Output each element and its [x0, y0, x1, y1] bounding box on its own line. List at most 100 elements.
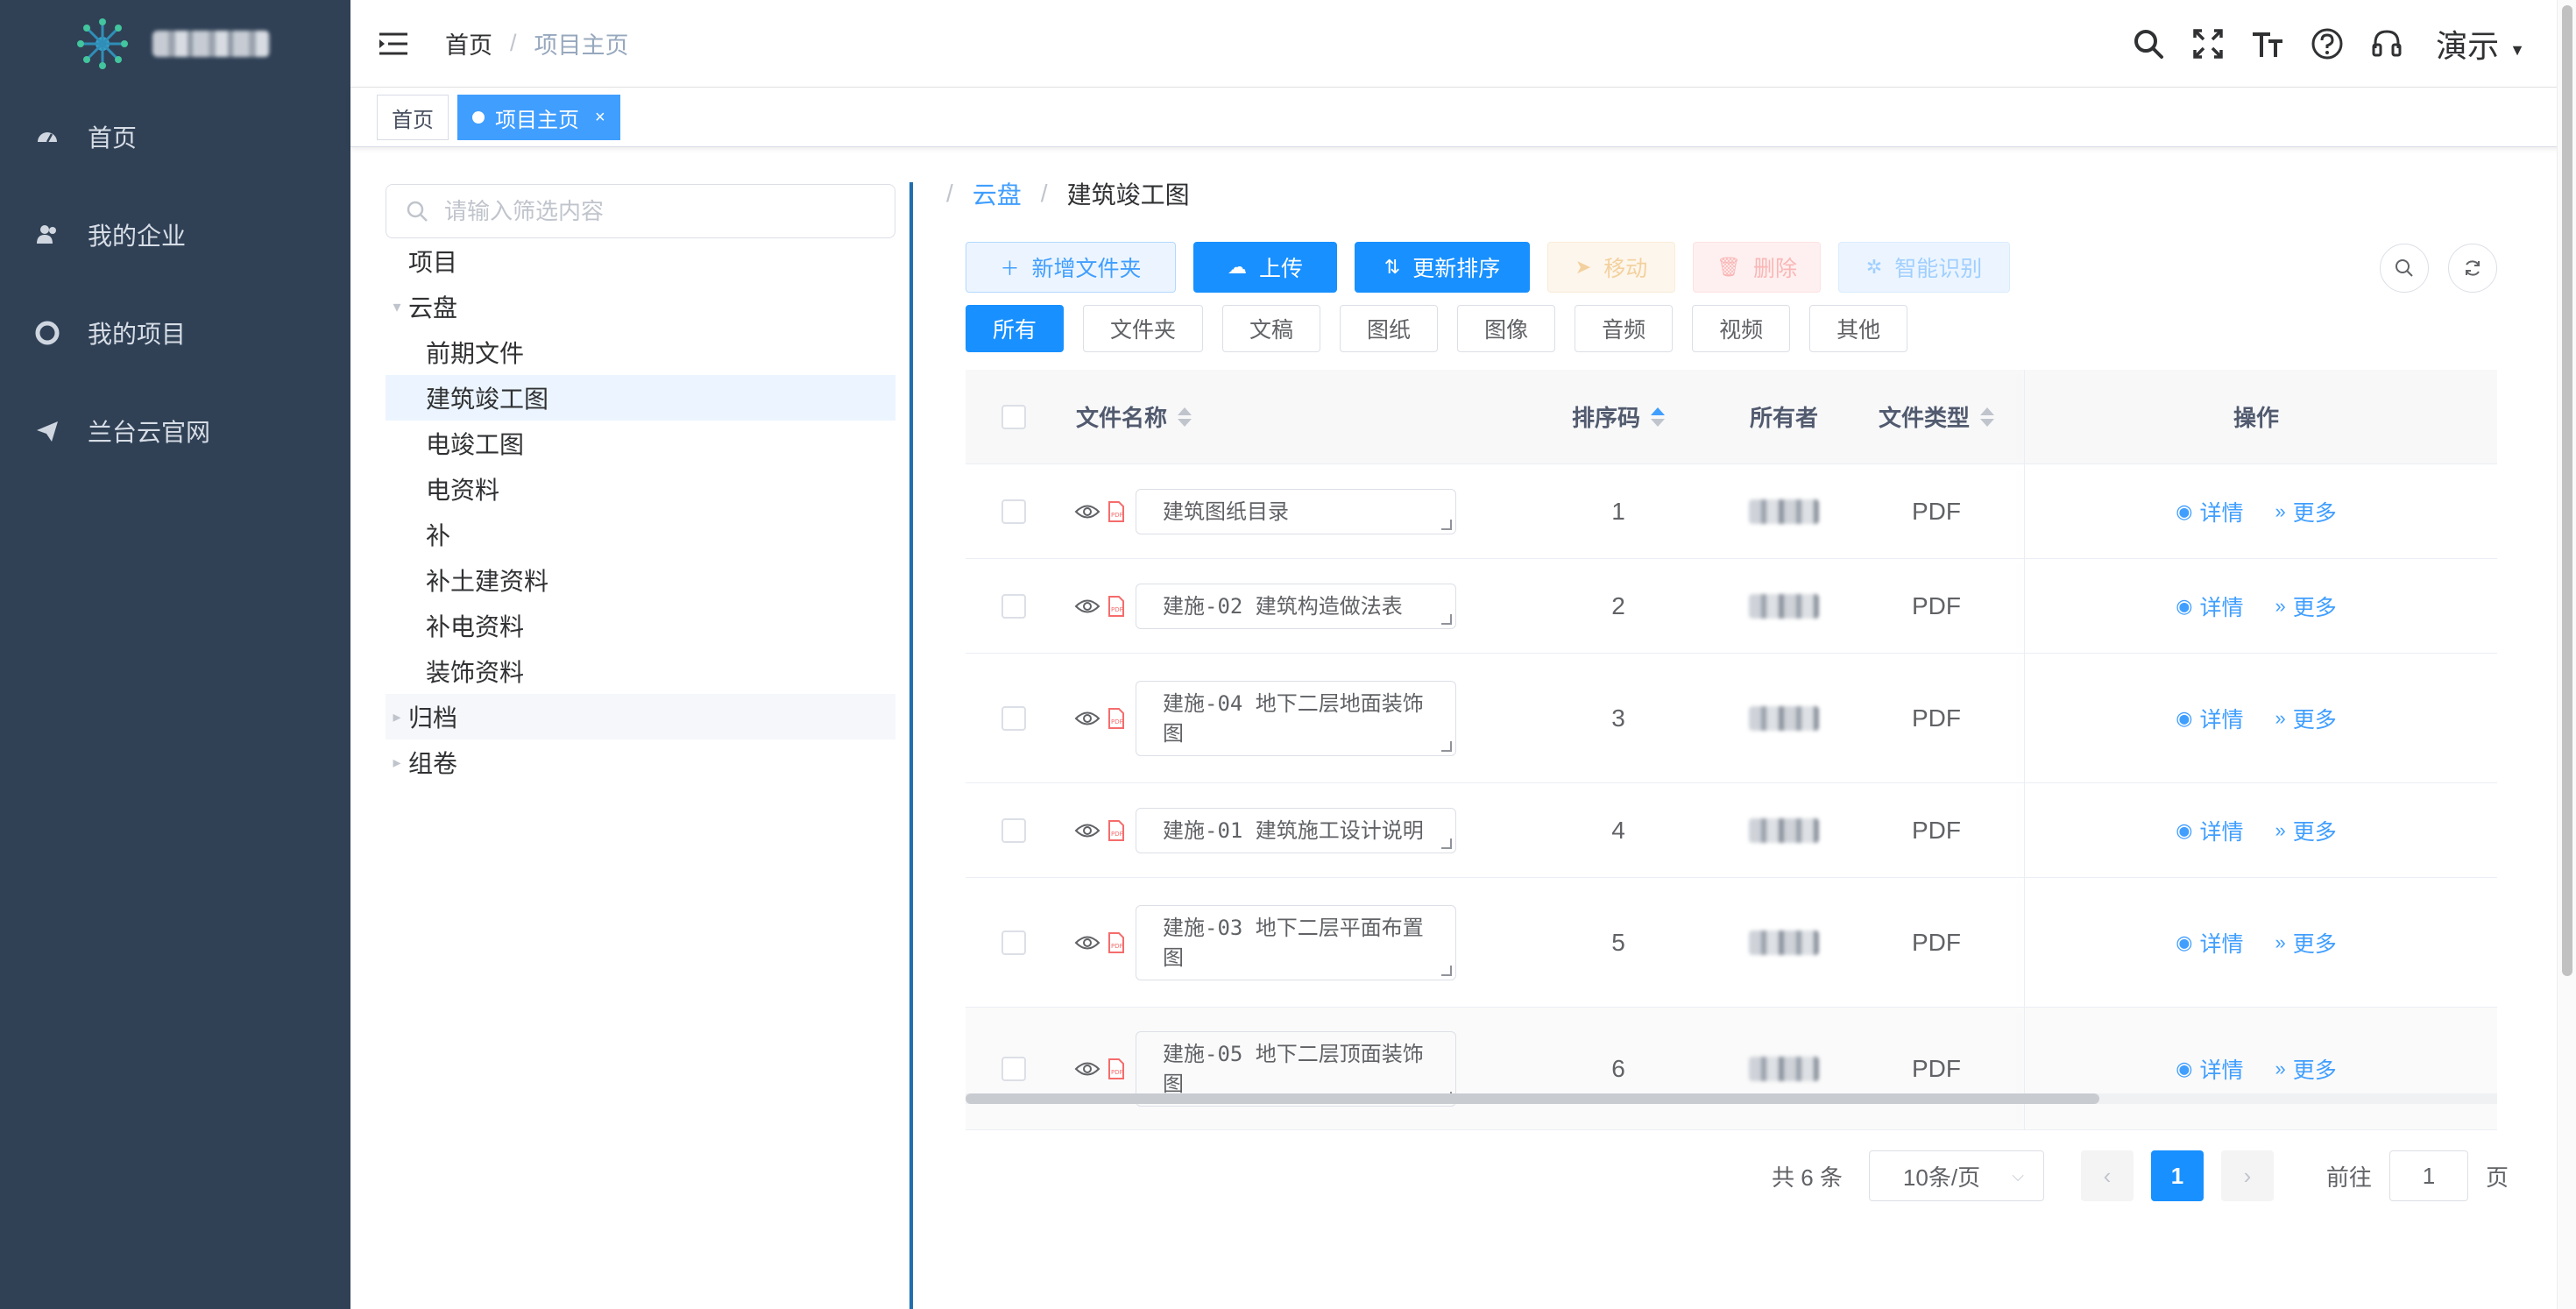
move-button[interactable]: ➤ 移动 [1547, 242, 1675, 293]
eye-icon[interactable] [1074, 709, 1100, 728]
vertical-scrollbar[interactable] [2557, 0, 2576, 1309]
tree-node[interactable]: 电资料 [386, 466, 895, 512]
table-row[interactable]: PDF 建筑图纸目录 1 PDF ◉ 详情 » 更多 [966, 464, 2497, 559]
header-name[interactable]: 文件名称 [1062, 400, 1526, 433]
filter-button[interactable]: 视频 [1692, 305, 1791, 352]
filter-button[interactable]: 音频 [1575, 305, 1674, 352]
filter-button[interactable]: 图纸 [1340, 305, 1439, 352]
sort-icon[interactable] [1651, 407, 1665, 427]
resort-button[interactable]: ⇅ 更新排序 [1355, 242, 1530, 293]
sidebar-item-2[interactable]: 我的项目 [0, 284, 350, 382]
detail-link[interactable]: ◉ 详情 [2176, 496, 2243, 527]
tree-node[interactable]: 项目 [386, 238, 895, 284]
table-row[interactable]: PDF 建施-02 建筑构造做法表 2 PDF ◉ 详情 » 更多 [966, 559, 2497, 654]
search-toggle-button[interactable] [2380, 244, 2429, 293]
file-name-textarea[interactable]: 建施-01 建筑施工设计说明 [1136, 807, 1456, 853]
delete-button[interactable]: 🗑 删除 [1693, 242, 1821, 293]
tree-node[interactable]: 前期文件 [386, 329, 895, 375]
eye-icon[interactable] [1074, 502, 1100, 521]
fullscreen-icon[interactable] [2190, 26, 2226, 61]
more-link[interactable]: » 更多 [2275, 703, 2336, 734]
header-type[interactable]: 文件类型 [1858, 400, 2015, 433]
eye-icon[interactable] [1074, 597, 1100, 616]
tree-filter-input[interactable] [444, 197, 865, 225]
scrollbar-thumb[interactable] [966, 1093, 2099, 1104]
tree-filter-field[interactable] [386, 184, 895, 238]
tree-node[interactable]: 装饰资料 [386, 648, 895, 694]
new-folder-button[interactable]: ＋ 新增文件夹 [966, 242, 1176, 293]
font-size-icon[interactable] [2250, 26, 2285, 61]
file-name-textarea[interactable]: 建筑图纸目录 [1136, 488, 1456, 534]
tree-node[interactable]: 电竣工图 [386, 421, 895, 466]
more-link[interactable]: » 更多 [2275, 591, 2336, 622]
eye-icon[interactable] [1074, 933, 1100, 952]
tree-node[interactable]: ▸ 组卷 [386, 739, 895, 785]
more-link[interactable]: » 更多 [2275, 927, 2336, 959]
horizontal-scrollbar[interactable] [966, 1093, 2497, 1104]
tag-home[interactable]: 首页 [377, 95, 449, 140]
more-link[interactable]: » 更多 [2275, 496, 2336, 527]
file-name-textarea[interactable]: 建施-03 地下二层平面布置图 [1136, 904, 1456, 980]
sidebar-item-0[interactable]: 首页 [0, 88, 350, 186]
header-order[interactable]: 排序码 [1526, 400, 1710, 433]
table-row[interactable]: PDF 建施-01 建筑施工设计说明 4 PDF ◉ 详情 » 更多 [966, 783, 2497, 878]
file-name-textarea[interactable]: 建施-04 地下二层地面装饰图 [1136, 680, 1456, 756]
headset-icon[interactable] [2369, 26, 2404, 61]
scrollbar-thumb[interactable] [2562, 5, 2572, 976]
sort-icon[interactable] [1980, 407, 1994, 427]
file-name-textarea[interactable]: 建施-02 建筑构造做法表 [1136, 583, 1456, 629]
more-link[interactable]: » 更多 [2275, 815, 2336, 846]
close-icon[interactable]: × [595, 108, 605, 128]
refresh-button[interactable] [2448, 244, 2497, 293]
tree-node[interactable]: 补电资料 [386, 603, 895, 648]
detail-link[interactable]: ◉ 详情 [2176, 1053, 2243, 1085]
smart-recognize-button[interactable]: ✲ 智能识别 [1838, 242, 2010, 293]
row-checkbox[interactable] [1001, 817, 1026, 843]
filter-button[interactable]: 图像 [1457, 305, 1556, 352]
detail-link[interactable]: ◉ 详情 [2176, 927, 2243, 959]
sidebar-item-3[interactable]: 兰台云官网 [0, 382, 350, 480]
eye-icon[interactable] [1074, 821, 1100, 840]
more-link[interactable]: » 更多 [2275, 1053, 2336, 1085]
select-all-checkbox[interactable] [1001, 404, 1026, 429]
row-checkbox[interactable] [1001, 705, 1026, 731]
prev-page-button[interactable]: ‹ [2080, 1150, 2134, 1201]
page-size-select[interactable]: 10条/页 ⌵ [1868, 1150, 2044, 1201]
table-row[interactable]: PDF 建施-04 地下二层地面装饰图 3 PDF ◉ 详情 » 更多 [966, 654, 2497, 783]
tag-project-home[interactable]: 项目主页 × [457, 95, 620, 140]
hamburger-icon[interactable] [379, 29, 408, 59]
upload-button[interactable]: ☁ 上传 [1193, 242, 1337, 293]
tree-node[interactable]: ▾ 云盘 [386, 284, 895, 329]
row-checkbox[interactable] [1001, 593, 1026, 619]
filter-button[interactable]: 其他 [1809, 305, 1908, 352]
table-row[interactable]: PDF 建施-03 地下二层平面布置图 5 PDF ◉ 详情 » 更多 [966, 878, 2497, 1008]
next-page-button[interactable]: › [2220, 1150, 2274, 1201]
row-checkbox[interactable] [1001, 930, 1026, 955]
eye-icon[interactable] [1074, 1059, 1100, 1079]
caret-right-icon[interactable]: ▸ [386, 708, 408, 726]
row-checkbox[interactable] [1001, 499, 1026, 524]
tree-node[interactable]: 建筑竣工图 [386, 375, 895, 421]
search-icon[interactable] [2131, 26, 2166, 61]
help-icon[interactable] [2310, 26, 2345, 61]
caret-right-icon[interactable]: ▸ [386, 754, 408, 772]
sidebar-item-1[interactable]: 我的企业 [0, 186, 350, 284]
filter-button[interactable]: 所有 [966, 305, 1065, 352]
user-name[interactable]: 演示 [2436, 21, 2499, 67]
filter-button[interactable]: 文稿 [1222, 305, 1321, 352]
breadcrumb-cloud-link[interactable]: 云盘 [973, 176, 1022, 211]
goto-page-input[interactable]: 1 [2388, 1150, 2468, 1201]
filter-button[interactable]: 文件夹 [1083, 305, 1204, 352]
tree-node[interactable]: 补土建资料 [386, 557, 895, 603]
caret-down-icon[interactable]: ▾ [386, 298, 408, 316]
tree-node[interactable]: 补 [386, 512, 895, 557]
breadcrumb-home[interactable]: 首页 [445, 26, 492, 60]
detail-link[interactable]: ◉ 详情 [2176, 815, 2243, 846]
panel-divider[interactable] [909, 182, 913, 1309]
sort-icon[interactable] [1178, 407, 1192, 427]
detail-link[interactable]: ◉ 详情 [2176, 591, 2243, 622]
table-row[interactable]: PDF 建施-05 地下二层顶面装饰图 6 PDF ◉ 详情» 更多 [966, 1008, 2497, 1130]
detail-link[interactable]: ◉ 详情 [2176, 703, 2243, 734]
caret-down-icon[interactable]: ▼ [2509, 41, 2525, 60]
row-checkbox[interactable] [1001, 1056, 1026, 1081]
